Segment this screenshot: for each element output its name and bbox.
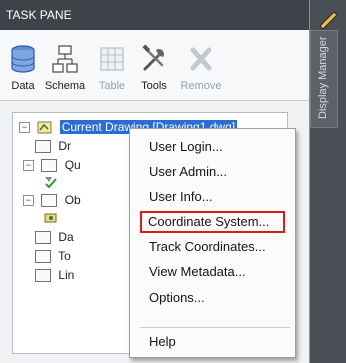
tree-item-label: Dr: [58, 139, 72, 153]
remove-button[interactable]: Remove: [176, 44, 226, 94]
menu-item-coordinate-system[interactable]: Coordinate System...: [140, 211, 285, 233]
menu-item-user-admin[interactable]: User Admin...: [131, 161, 292, 183]
tree-item[interactable]: To: [35, 248, 71, 265]
tree-item-label: Lin: [58, 268, 75, 282]
pencil-icon[interactable]: [316, 6, 342, 30]
schema-button[interactable]: Schema: [42, 44, 88, 94]
table-icon: [100, 47, 124, 71]
tree-item[interactable]: − Qu: [23, 157, 81, 174]
task-pane-toolbar: Data Schema Table Tools Remove: [0, 30, 309, 101]
tree-item[interactable]: Dr: [35, 138, 71, 155]
drawing-icon: [37, 121, 52, 134]
tools-button[interactable]: Tools: [136, 44, 172, 94]
remove-label: Remove: [180, 80, 222, 92]
tree-item-label: Da: [58, 230, 74, 244]
schema-label: Schema: [44, 80, 86, 92]
menu-item-help[interactable]: Help: [131, 331, 292, 353]
task-pane-title: TASK PANE: [6, 8, 72, 22]
context-menu: User Login... User Admin... User Info...…: [129, 128, 296, 358]
menu-item-options[interactable]: Options...: [131, 287, 292, 309]
task-pane-titlebar: TASK PANE: [0, 0, 309, 30]
tree-item-label: Qu: [64, 158, 81, 172]
tools-label: Tools: [141, 80, 167, 92]
folder-icon: [35, 269, 51, 283]
collapse-icon[interactable]: −: [19, 122, 30, 134]
collapse-icon[interactable]: −: [23, 160, 34, 172]
database-icon: [11, 45, 35, 73]
schema-icon: [52, 45, 78, 73]
remove-icon: [190, 47, 212, 71]
display-manager-tab-label: Display Manager: [317, 36, 329, 119]
query-check-icon: [45, 176, 57, 189]
tree-item[interactable]: − Ob: [23, 192, 81, 209]
folder-icon: [35, 250, 51, 264]
tree-item[interactable]: [43, 173, 59, 190]
menu-item-user-info[interactable]: User Info...: [131, 186, 292, 208]
folder-icon: [35, 231, 51, 245]
tools-icon: [142, 44, 164, 71]
table-label: Table: [98, 80, 126, 92]
menu-separator: [140, 327, 290, 328]
table-button[interactable]: Table: [94, 44, 130, 94]
right-sidebar: Display Manager: [310, 0, 346, 363]
data-label: Data: [11, 80, 35, 92]
menu-item-user-login[interactable]: User Login...: [131, 136, 292, 158]
tree-item[interactable]: Lin: [35, 267, 74, 284]
tree-item[interactable]: [43, 209, 59, 226]
data-button[interactable]: Data: [6, 44, 40, 94]
folder-icon: [41, 159, 58, 173]
menu-item-track-coordinates[interactable]: Track Coordinates...: [131, 236, 292, 258]
folder-icon: [41, 194, 58, 208]
display-manager-tab[interactable]: Display Manager: [310, 30, 338, 128]
collapse-icon[interactable]: −: [23, 195, 34, 207]
tree-item-label: Ob: [64, 193, 81, 207]
tree-item[interactable]: Da: [35, 229, 74, 246]
menu-item-view-metadata[interactable]: View Metadata...: [131, 261, 292, 283]
object-class-icon: [44, 213, 57, 223]
folder-icon: [35, 140, 51, 154]
tree-item-label: To: [58, 249, 71, 263]
